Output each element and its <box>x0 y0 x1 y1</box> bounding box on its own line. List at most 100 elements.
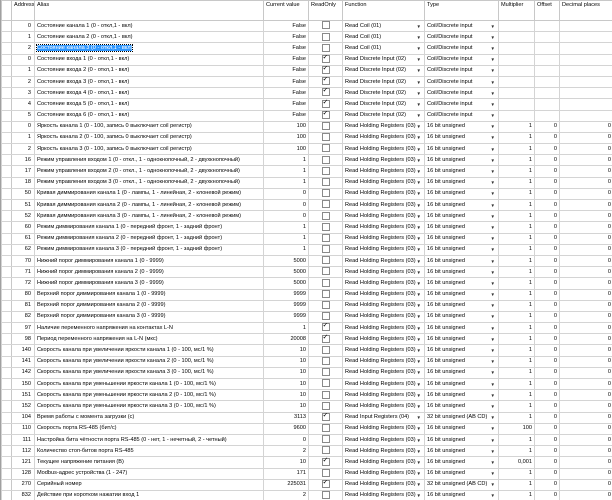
multiplier-cell[interactable]: 1 <box>498 154 535 167</box>
offset-cell[interactable] <box>534 19 560 33</box>
table-row[interactable]: 1 Состояние входа 2 (0 - откл,1 - вкл) Fal… <box>1 64 612 77</box>
multiplier-cell[interactable]: 1 <box>498 299 535 312</box>
row-selector[interactable] <box>1 411 12 424</box>
multiplier-cell[interactable]: 1 <box>498 120 535 133</box>
type-cell[interactable]: 16 bit unsigned ▼ <box>424 377 499 391</box>
dropdown-arrow-icon[interactable]: ▼ <box>491 268 496 277</box>
decimal-places-cell[interactable]: 0 <box>559 445 612 458</box>
multiplier-cell[interactable]: 1 <box>498 344 535 357</box>
decimal-places-cell[interactable]: 0 <box>559 165 612 178</box>
table-row[interactable]: 71 Нижний порог диммирования канала 2 (0 … <box>1 266 612 279</box>
row-selector[interactable] <box>1 154 12 167</box>
alias-cell[interactable]: Modbus-адрес устройства (1 - 247) <box>34 467 264 480</box>
offset-cell[interactable]: 0 <box>534 411 560 424</box>
readonly-cell[interactable] <box>308 87 343 100</box>
current-value-cell[interactable]: False <box>263 98 309 111</box>
alias-cell[interactable]: Яркость канала 3 (0 - 100, запись 0 выкл… <box>34 143 264 156</box>
type-cell[interactable]: 16 bit unsigned ▼ <box>424 143 499 156</box>
dropdown-arrow-icon[interactable]: ▼ <box>491 122 496 131</box>
table-row[interactable]: 140 Скорость канала при увеличении яркост… <box>1 344 612 357</box>
multiplier-cell[interactable]: 1 <box>498 221 535 234</box>
dropdown-arrow-icon[interactable]: ▼ <box>491 301 496 310</box>
offset-cell[interactable] <box>534 109 560 122</box>
dropdown-arrow-icon[interactable]: ▼ <box>491 346 496 355</box>
offset-cell[interactable]: 0 <box>534 489 560 500</box>
offset-cell[interactable]: 0 <box>534 422 560 435</box>
function-cell[interactable]: Read Holding Registers (03) ▼ <box>342 366 425 380</box>
offset-cell[interactable]: 0 <box>534 176 560 189</box>
function-cell[interactable]: Read Holding Registers (03) ▼ <box>342 389 425 402</box>
dropdown-arrow-icon[interactable]: ▼ <box>491 380 496 389</box>
readonly-cell[interactable] <box>308 131 343 145</box>
offset-cell[interactable] <box>534 53 560 66</box>
readonly-cell[interactable] <box>308 176 343 189</box>
address-cell[interactable]: 72 <box>11 277 35 290</box>
function-cell[interactable]: Read Holding Registers (03) ▼ <box>342 400 425 413</box>
readonly-checkbox[interactable] <box>321 189 330 198</box>
current-value-cell[interactable]: 10 <box>263 355 309 368</box>
type-cell[interactable]: 16 bit unsigned ▼ <box>424 333 499 346</box>
multiplier-cell[interactable]: 1 <box>498 266 535 279</box>
type-cell[interactable]: 32 bit unsigned (AB CD) ▼ <box>424 411 499 424</box>
address-cell[interactable]: 142 <box>11 366 35 380</box>
dropdown-arrow-icon[interactable]: ▼ <box>491 402 496 411</box>
address-cell[interactable]: 62 <box>11 243 35 256</box>
offset-cell[interactable]: 0 <box>534 221 560 234</box>
address-cell[interactable]: 71 <box>11 266 35 279</box>
table-row[interactable]: 3 Состояние входа 4 (0 - откл,1 - вкл) Fal… <box>1 87 612 100</box>
dropdown-arrow-icon[interactable]: ▼ <box>417 290 422 299</box>
dropdown-arrow-icon[interactable]: ▼ <box>491 55 496 64</box>
current-value-cell[interactable]: 9999 <box>263 310 309 324</box>
current-value-cell[interactable]: 0 <box>263 210 309 223</box>
multiplier-cell[interactable]: 1 <box>498 310 535 324</box>
alias-cell[interactable]: Нижний порог диммирования канала 1 (0 - … <box>34 254 264 268</box>
table-row[interactable]: 2 Состояние входа 3 (0 - откл,1 - вкл) Fal… <box>1 75 612 89</box>
row-selector[interactable] <box>1 433 12 447</box>
current-value-cell[interactable]: 20008 <box>263 333 309 346</box>
type-cell[interactable]: 16 bit unsigned ▼ <box>424 165 499 178</box>
multiplier-cell[interactable]: 1 <box>498 254 535 268</box>
readonly-cell[interactable] <box>308 322 343 335</box>
dropdown-arrow-icon[interactable]: ▼ <box>417 89 422 98</box>
address-cell[interactable]: 3 <box>11 87 35 100</box>
decimal-places-cell[interactable]: 0 <box>559 254 612 268</box>
readonly-checkbox[interactable] <box>321 77 330 86</box>
address-cell[interactable]: 61 <box>11 232 35 245</box>
alias-cell[interactable]: Текущее напряжение питания (В) <box>34 456 264 469</box>
readonly-cell[interactable] <box>308 254 343 268</box>
alias-cell[interactable]: Режим управления входом 2 (0 - откл., 1 … <box>34 165 264 178</box>
row-selector[interactable] <box>1 109 12 122</box>
readonly-checkbox[interactable] <box>321 133 330 142</box>
function-cell[interactable]: Read Input Registers (04) ▼ <box>342 411 425 424</box>
current-value-cell[interactable]: 3113 <box>263 411 309 424</box>
decimal-places-cell[interactable]: 0 <box>559 131 612 145</box>
readonly-cell[interactable] <box>308 355 343 368</box>
decimal-places-cell[interactable]: 0 <box>559 489 612 500</box>
readonly-checkbox[interactable] <box>321 155 330 164</box>
multiplier-cell[interactable] <box>498 31 535 44</box>
offset-cell[interactable]: 0 <box>534 478 560 491</box>
alias-cell[interactable]: Скорость канала при увеличении яркости к… <box>34 366 264 380</box>
dropdown-arrow-icon[interactable]: ▼ <box>491 201 496 210</box>
decimal-places-cell[interactable]: 0 <box>559 389 612 402</box>
row-selector[interactable] <box>1 389 12 402</box>
type-cell[interactable]: Coil/Discrete input ▼ <box>424 87 499 100</box>
readonly-cell[interactable] <box>308 109 343 122</box>
readonly-checkbox[interactable] <box>321 345 330 354</box>
table-row[interactable]: 4 Состояние входа 5 (0 - откл,1 - вкл) Fal… <box>1 98 612 111</box>
row-selector[interactable] <box>1 243 12 256</box>
dropdown-arrow-icon[interactable]: ▼ <box>491 44 496 53</box>
readonly-cell[interactable] <box>308 299 343 312</box>
alias-cell[interactable]: Режим диммирования канала 2 (0 - передни… <box>34 232 264 245</box>
alias-cell[interactable]: Верхний порог диммирования канала 2 (0 -… <box>34 299 264 312</box>
table-row[interactable]: 110 Скорость порта RS-485 (бит/с) 9600 Read… <box>1 422 612 435</box>
readonly-checkbox[interactable] <box>321 334 330 343</box>
row-selector[interactable] <box>1 187 12 201</box>
dropdown-arrow-icon[interactable]: ▼ <box>491 133 496 142</box>
dropdown-arrow-icon[interactable]: ▼ <box>417 66 422 75</box>
decimal-places-cell[interactable]: 0 <box>559 221 612 234</box>
table-row[interactable]: 1 Яркость канала 2 (0 - 100, запись 0 вык… <box>1 131 612 145</box>
dropdown-arrow-icon[interactable]: ▼ <box>491 290 496 299</box>
dropdown-arrow-icon[interactable]: ▼ <box>491 424 496 433</box>
function-cell[interactable]: Read Holding Registers (03) ▼ <box>342 243 425 256</box>
